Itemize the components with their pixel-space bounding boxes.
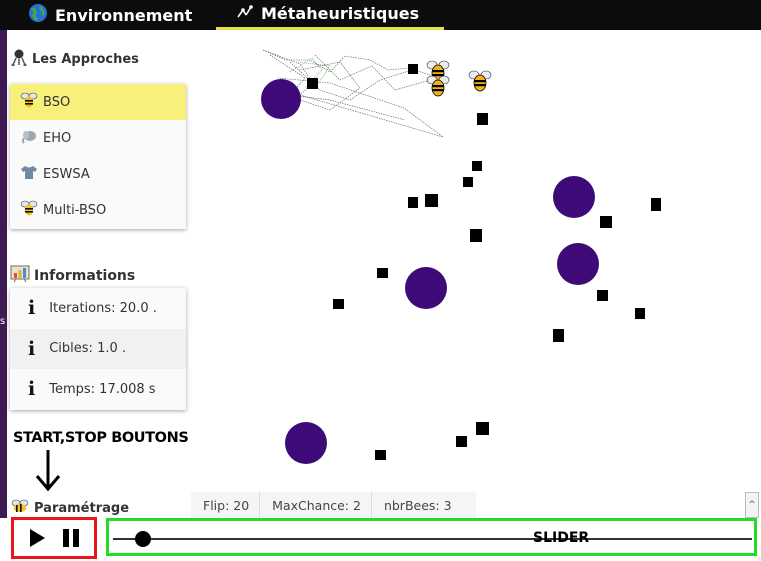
approach-label: ESWSA — [43, 166, 90, 182]
info-icon: i — [28, 337, 36, 360]
left-edge-strip: s — [0, 30, 7, 518]
obstacle-square — [456, 436, 467, 447]
target-circle — [405, 267, 447, 309]
approach-label: EHO — [43, 130, 72, 146]
tab-metaheuristiques[interactable]: Métaheuristiques — [216, 0, 444, 30]
slider-label: SLIDER — [533, 530, 590, 546]
obstacle-square — [375, 450, 386, 460]
status-maxchance: MaxChance: 2 — [260, 492, 372, 518]
settings-heading: Paramétrage — [10, 499, 129, 517]
obstacle-square — [470, 229, 482, 242]
info-label: Cibles: — [49, 341, 93, 357]
info-value: 20.0 . — [119, 300, 157, 316]
parameters-status-bar: Flip: 20 MaxChance: 2 nbrBees: 3 — [191, 492, 476, 518]
info-row-cibles: i Cibles: 1.0 . — [10, 328, 186, 370]
simulation-canvas[interactable] — [188, 30, 761, 492]
approaches-heading: Les Approches — [10, 48, 139, 70]
info-row-iterations: i Iterations: 20.0 . — [10, 288, 186, 329]
status-flip: Flip: 20 — [191, 492, 261, 518]
obstacle-square — [333, 299, 344, 309]
obstacle-square — [476, 422, 489, 435]
informations-title: Informations — [34, 268, 136, 284]
target-circle — [285, 422, 327, 464]
info-label: Iterations: — [49, 300, 116, 316]
play-icon — [30, 529, 45, 547]
approaches-list: BSO EHO ESWSA Multi-BSO — [10, 84, 186, 229]
pause-button[interactable] — [56, 523, 86, 553]
down-arrow-icon — [35, 450, 61, 492]
play-button[interactable] — [22, 523, 52, 553]
info-label: Temps: — [49, 381, 96, 397]
settings-title: Paramétrage — [34, 500, 130, 516]
informations-heading: Informations — [10, 265, 135, 287]
approach-item-eho[interactable]: EHO — [10, 120, 186, 156]
approaches-title: Les Approches — [32, 51, 139, 67]
target-circle — [553, 176, 595, 218]
obstacle-square — [635, 308, 645, 319]
scroll-up-button[interactable]: ^ — [745, 492, 759, 518]
obstacle-square — [307, 78, 318, 89]
speed-slider[interactable]: SLIDER — [106, 518, 757, 556]
tab-environnement[interactable]: Environnement — [28, 0, 192, 30]
swarm-icon — [236, 4, 254, 24]
tab-metaheuristiques-label: Métaheuristiques — [261, 4, 420, 23]
bee-icon — [20, 92, 38, 112]
info-value: 1.0 . — [97, 341, 127, 357]
elephant-icon — [20, 128, 38, 148]
target-circle — [557, 243, 599, 285]
approach-item-eswsa[interactable]: ESWSA — [10, 156, 186, 192]
obstacle-square — [472, 161, 482, 171]
status-nbrbees: nbrBees: 3 — [383, 497, 452, 513]
target-circle — [261, 79, 301, 119]
bee-sprite — [468, 70, 492, 92]
bee-icon — [20, 200, 38, 220]
info-icon: i — [28, 297, 36, 320]
approach-item-multi-bso[interactable]: Multi-BSO — [10, 192, 186, 228]
start-stop-annotation: START,STOP BOUTONS — [13, 430, 189, 446]
chevron-up-icon: ^ — [748, 500, 756, 510]
slider-thumb[interactable] — [135, 531, 151, 547]
obstacle-square — [477, 113, 488, 125]
chart-icon — [10, 265, 30, 287]
obstacle-square — [553, 329, 564, 342]
start-stop-controls — [11, 517, 97, 559]
strip-letter: s — [0, 316, 6, 327]
info-row-temps: i Temps: 17.008 s — [10, 369, 186, 410]
approach-label: BSO — [43, 94, 71, 110]
obstacle-square — [597, 290, 608, 301]
tshirt-icon — [20, 164, 38, 184]
info-value: 17.008 s — [99, 381, 156, 397]
info-icon: i — [28, 378, 36, 401]
pause-icon — [63, 529, 79, 547]
obstacle-square — [408, 64, 418, 74]
network-icon — [10, 48, 28, 70]
top-tab-bar: Environnement Métaheuristiques — [0, 0, 761, 30]
obstacle-square — [425, 194, 438, 207]
obstacle-square — [651, 198, 661, 211]
obstacle-square — [600, 216, 612, 228]
obstacle-square — [377, 268, 388, 278]
informations-panel: i Iterations: 20.0 . i Cibles: 1.0 . i T… — [10, 288, 186, 410]
obstacle-square — [408, 197, 418, 208]
globe-icon — [28, 3, 48, 27]
slider-track[interactable] — [113, 538, 752, 540]
tab-environnement-label: Environnement — [55, 5, 193, 25]
obstacle-squares — [307, 64, 661, 460]
obstacle-square — [463, 177, 473, 187]
bee-icon — [10, 499, 30, 517]
approach-label: Multi-BSO — [43, 202, 107, 218]
approach-item-bso[interactable]: BSO — [10, 84, 186, 120]
